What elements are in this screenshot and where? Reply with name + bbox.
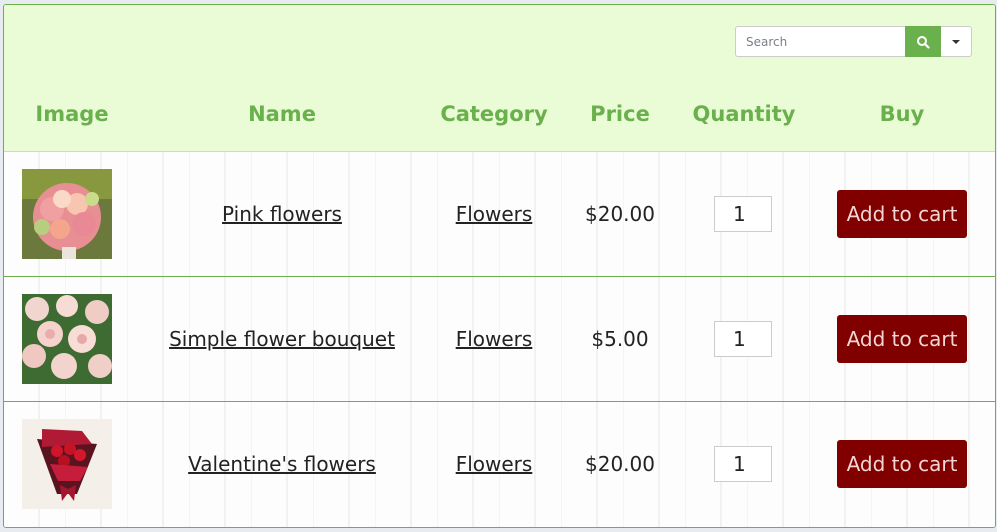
search-group — [735, 26, 972, 57]
table-row: Pink flowers Flowers $20.00 Add to cart — [4, 152, 995, 277]
column-header-price: Price — [590, 102, 650, 126]
column-header-buy: Buy — [879, 102, 925, 126]
price: $20.00 — [585, 202, 655, 226]
search-options-dropdown[interactable] — [941, 26, 972, 57]
product-name-link[interactable]: Valentine's flowers — [188, 452, 376, 476]
search-button[interactable] — [905, 26, 941, 57]
search-input[interactable] — [735, 26, 905, 57]
quantity-input[interactable] — [714, 321, 772, 357]
category-link[interactable]: Flowers — [456, 327, 533, 351]
price: $20.00 — [585, 452, 655, 476]
table-header-row: Image Name Category Price Quantity Buy — [4, 102, 995, 132]
column-header-image: Image — [35, 102, 109, 126]
table-body: Pink flowers Flowers $20.00 Add to cart — [4, 152, 995, 527]
table-row: Valentine's flowers Flowers $20.00 Add t… — [4, 402, 995, 526]
quantity-input[interactable] — [714, 446, 772, 482]
column-header-name: Name — [248, 102, 316, 126]
product-panel: Image Name Category Price Quantity Buy — [3, 4, 996, 528]
category-link[interactable]: Flowers — [456, 202, 533, 226]
product-image[interactable] — [22, 419, 112, 509]
price: $5.00 — [591, 327, 649, 351]
panel-header: Image Name Category Price Quantity Buy — [4, 5, 995, 152]
add-to-cart-button[interactable]: Add to cart — [837, 315, 967, 363]
quantity-input[interactable] — [714, 196, 772, 232]
search-icon — [917, 35, 930, 49]
product-image[interactable] — [22, 169, 112, 259]
table-row: Simple flower bouquet Flowers $5.00 Add … — [4, 277, 995, 402]
caret-down-icon — [952, 39, 960, 44]
add-to-cart-button[interactable]: Add to cart — [837, 190, 967, 238]
add-to-cart-button[interactable]: Add to cart — [837, 440, 967, 488]
product-image[interactable] — [22, 294, 112, 384]
product-name-link[interactable]: Pink flowers — [222, 202, 342, 226]
column-header-quantity: Quantity — [692, 102, 796, 126]
product-name-link[interactable]: Simple flower bouquet — [169, 327, 395, 351]
category-link[interactable]: Flowers — [456, 452, 533, 476]
column-header-category: Category — [440, 102, 548, 126]
